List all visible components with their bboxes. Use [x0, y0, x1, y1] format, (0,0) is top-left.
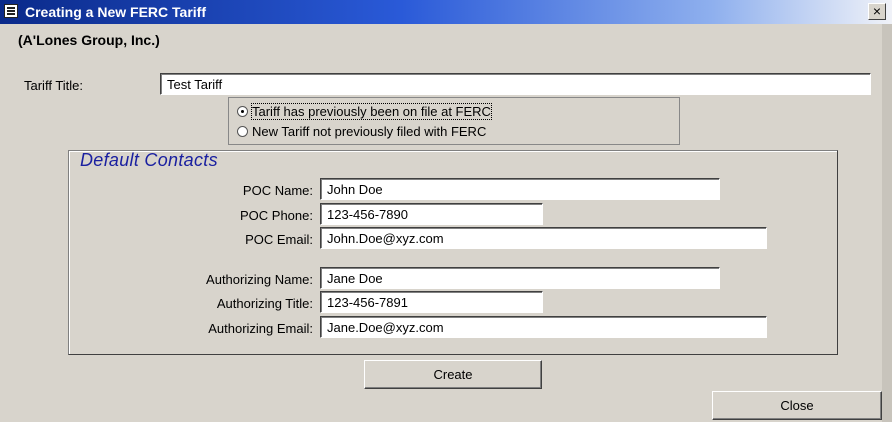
radio-button-unchecked[interactable]	[237, 126, 248, 137]
poc-email-input[interactable]: John.Doe@xyz.com	[320, 227, 767, 249]
radio-new-tariff[interactable]: New Tariff not previously filed with FER…	[237, 124, 486, 139]
title-bar: Creating a New FERC Tariff ×	[0, 0, 892, 24]
radio-previously-filed-label: Tariff has previously been on file at FE…	[251, 103, 492, 120]
authorizing-title-input[interactable]: 123-456-7891	[320, 291, 543, 313]
poc-name-label: POC Name:	[242, 183, 313, 198]
window-edge	[882, 24, 892, 422]
radio-new-tariff-label: New Tariff not previously filed with FER…	[252, 124, 487, 139]
window-title: Creating a New FERC Tariff	[25, 4, 206, 20]
create-button[interactable]: Create	[364, 360, 542, 389]
close-icon[interactable]: ×	[868, 3, 886, 20]
authorizing-email-label: Authorizing Email:	[208, 321, 313, 336]
authorizing-title-label: Authorizing Title:	[216, 296, 313, 311]
tariff-title-input[interactable]: Test Tariff	[160, 73, 871, 95]
poc-phone-input[interactable]: 123-456-7890	[320, 203, 543, 225]
authorizing-email-input[interactable]: Jane.Doe@xyz.com	[320, 316, 767, 338]
radio-previously-filed[interactable]: Tariff has previously been on file at FE…	[237, 103, 492, 120]
radio-button-checked[interactable]	[237, 106, 248, 117]
default-contacts-title: Default Contacts	[80, 150, 218, 170]
tariff-title-label: Tariff Title:	[24, 78, 84, 93]
group-name: (A'Lones Group, Inc.)	[18, 32, 160, 48]
window-icon	[4, 4, 18, 18]
poc-email-label: POC Email:	[245, 232, 313, 247]
poc-name-input[interactable]: John Doe	[320, 178, 720, 200]
authorizing-name-input[interactable]: Jane Doe	[320, 267, 720, 289]
poc-phone-label: POC Phone:	[240, 208, 313, 223]
tariff-status-radio-group: Tariff has previously been on file at FE…	[228, 97, 680, 145]
authorizing-name-label: Authorizing Name:	[206, 272, 313, 287]
close-button[interactable]: Close	[712, 391, 882, 420]
